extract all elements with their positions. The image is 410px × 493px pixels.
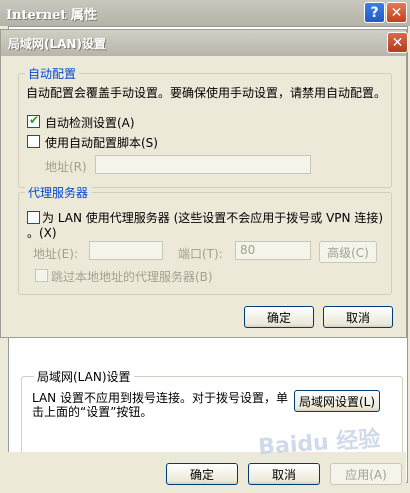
- lan-group-legend: 局域网(LAN)设置: [34, 368, 134, 385]
- auto-config-group: 自动配置 自动配置会覆盖手动设置。要确保使用手动设置，请禁用自动配置。 ✔ 自动…: [18, 65, 392, 188]
- use-proxy-label-line1[interactable]: 为 LAN 使用代理服务器 (这些设置不会应用于拨号或 VPN 连接): [42, 209, 383, 226]
- outer-ok-label: 确定: [189, 467, 214, 482]
- dialog-close-button[interactable]: ✕: [387, 32, 408, 53]
- advanced-button[interactable]: 高级(C): [319, 241, 377, 263]
- bypass-local-label[interactable]: 跳过本地地址的代理服务器(B): [51, 268, 213, 285]
- outer-title-bar: Internet 属性 ? ✕: [0, 0, 410, 26]
- use-auto-script-checkbox[interactable]: [27, 135, 40, 148]
- dialog-title-bar: 局域网(LAN)设置 ✕: [1, 30, 408, 56]
- outer-cancel-label: 取消: [271, 467, 296, 482]
- script-address-input[interactable]: [95, 155, 311, 174]
- proxy-legend: 代理服务器: [25, 184, 92, 201]
- lan-settings-button[interactable]: 局域网设置(L): [294, 390, 380, 412]
- use-proxy-label-line2[interactable]: 。(X): [27, 224, 57, 241]
- script-address-label: 地址(R): [45, 160, 87, 174]
- outer-cancel-button[interactable]: 取消: [248, 463, 320, 485]
- proxy-address-label: 地址(E):: [33, 247, 78, 261]
- dialog-ok-label: 确定: [266, 310, 291, 325]
- proxy-port-label: 端口(T):: [178, 247, 223, 261]
- proxy-address-input[interactable]: [89, 241, 163, 260]
- auto-detect-checkbox[interactable]: ✔: [27, 113, 40, 128]
- advanced-button-label: 高级(C): [327, 245, 369, 260]
- outer-close-button[interactable]: ✕: [386, 2, 407, 23]
- outer-ok-button[interactable]: 确定: [166, 463, 238, 485]
- lan-description: LAN 设置不应用到拨号连接。对于拨号设置，单击上面的“设置”按钮。: [32, 391, 288, 419]
- use-proxy-checkbox[interactable]: [27, 211, 40, 224]
- auto-detect-label[interactable]: 自动检测设置(A): [45, 114, 135, 131]
- auto-config-legend: 自动配置: [25, 65, 80, 82]
- dialog-title: 局域网(LAN)设置: [8, 37, 106, 51]
- outer-apply-button[interactable]: 应用(A): [330, 463, 402, 485]
- proxy-port-input[interactable]: 80: [235, 241, 311, 260]
- lan-settings-dialog: 局域网(LAN)设置 ✕ 自动配置 自动配置会覆盖手动设置。要确保使用手动设置，…: [0, 29, 408, 338]
- use-auto-script-label[interactable]: 使用自动配置脚本(S): [45, 134, 158, 151]
- proxy-server-group: 代理服务器 为 LAN 使用代理服务器 (这些设置不会应用于拨号或 VPN 连接…: [18, 184, 392, 295]
- help-button[interactable]: ?: [364, 2, 385, 23]
- outer-window-title: Internet 属性: [6, 8, 97, 23]
- dialog-cancel-button[interactable]: 取消: [323, 306, 393, 328]
- close-icon: ✕: [391, 34, 404, 51]
- checkmark-icon: ✔: [29, 113, 40, 127]
- lan-settings-button-label: 局域网设置(L): [298, 394, 376, 409]
- outer-button-bar: 确定 取消 应用(A): [8, 452, 406, 493]
- dialog-ok-button[interactable]: 确定: [244, 306, 314, 328]
- close-icon: ✕: [390, 4, 403, 21]
- help-icon: ?: [370, 4, 379, 21]
- outer-apply-label: 应用(A): [345, 467, 387, 482]
- bypass-local-checkbox[interactable]: [35, 269, 48, 282]
- dialog-cancel-label: 取消: [345, 310, 370, 325]
- auto-config-description: 自动配置会覆盖手动设置。要确保使用手动设置，请禁用自动配置。: [26, 86, 387, 100]
